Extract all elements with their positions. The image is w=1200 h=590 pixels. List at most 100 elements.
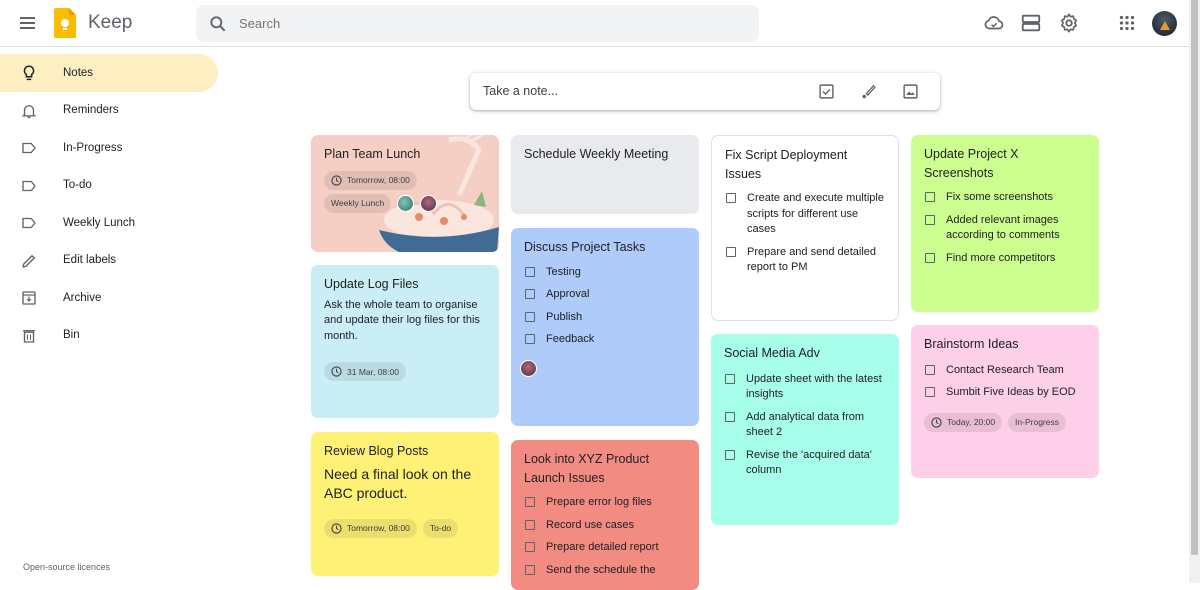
checklist-item-text: Add analytical data from sheet 2: [746, 410, 865, 439]
checkbox[interactable]: [525, 334, 535, 344]
page-scrollbar[interactable]: [1189, 0, 1200, 583]
take-note-input[interactable]: Take a note...: [483, 84, 558, 98]
checklist-item-text: Feedback: [546, 333, 595, 345]
menu-icon: [20, 17, 35, 19]
note-title: Update Project X Screenshots: [924, 147, 1019, 180]
checklist-item-text: Added relevant images according to comme…: [946, 213, 1060, 242]
collaborator-avatar[interactable]: [397, 194, 415, 212]
checklist-item-text: Record use cases: [546, 518, 635, 531]
checkbox[interactable]: [726, 246, 736, 257]
checklist-item: Record use cases: [524, 518, 686, 534]
main-menu-button[interactable]: [17, 12, 39, 34]
sidebar-item-to-do[interactable]: To-do: [0, 167, 218, 205]
bell-icon: [21, 104, 37, 118]
checkbox[interactable]: [725, 373, 735, 384]
reminder-chip[interactable]: Tomorrow, 08:00: [324, 170, 417, 190]
note-schedule-weekly-meeting[interactable]: Schedule Weekly Meeting: [511, 135, 699, 214]
checkbox[interactable]: [525, 311, 535, 322]
search-icon[interactable]: [208, 14, 228, 34]
note-plan-team-lunch[interactable]: Plan Team Lunch Tomorrow, 08:00 Weekly L…: [311, 135, 499, 252]
keep-logo[interactable]: [54, 8, 76, 38]
checkbox[interactable]: [925, 364, 935, 375]
note-update-project-x-screenshots[interactable]: Update Project X Screenshots Fix some sc…: [911, 135, 1099, 312]
sidebar-item-notes[interactable]: Notes: [0, 54, 218, 92]
menu-icon-line: [20, 27, 35, 29]
checklist-item-text: Send the schedule the: [546, 563, 656, 576]
new-list-icon[interactable]: [818, 83, 835, 100]
checkbox[interactable]: [525, 289, 535, 299]
note-look-into-xyz-product-launch-issues[interactable]: Look into XYZ Product Launch Issues Prep…: [511, 440, 699, 590]
label-chip[interactable]: To-do: [422, 518, 459, 538]
checklist-item: Added relevant images according to comme…: [924, 213, 1086, 244]
note-discuss-project-tasks[interactable]: Discuss Project Tasks Testing Approval P…: [511, 228, 699, 426]
sidebar-item-bin[interactable]: Bin: [0, 317, 218, 355]
reminder-chip[interactable]: Tomorrow, 08:00: [324, 518, 417, 538]
note-social-media-adv[interactable]: Social Media Adv Update sheet with the l…: [711, 334, 899, 525]
sidebar-item-weekly-lunch[interactable]: Weekly Lunch: [0, 204, 218, 242]
label-chip[interactable]: Weekly Lunch: [324, 193, 392, 213]
checkbox[interactable]: [925, 192, 935, 202]
sidebar-item-archive[interactable]: Archive: [0, 279, 218, 317]
label-icon: [22, 217, 36, 229]
checklist-item: Feedback: [524, 332, 686, 348]
checklist-item-text: Prepare error log files: [546, 496, 652, 508]
account-avatar[interactable]: [1152, 11, 1177, 36]
checkbox[interactable]: [525, 542, 535, 552]
checklist-item-text: Prepare detailed report: [546, 541, 659, 553]
search-input[interactable]: [239, 13, 739, 33]
label-chip[interactable]: In-Progress: [1008, 412, 1066, 432]
note-review-blog-posts[interactable]: Review Blog Posts Need a final look on t…: [311, 432, 499, 576]
checkbox[interactable]: [525, 519, 535, 530]
pencil-icon: [22, 254, 35, 268]
list-view-icon[interactable]: [1020, 12, 1042, 34]
checkbox[interactable]: [525, 564, 535, 575]
collaborator-avatar[interactable]: [420, 194, 438, 212]
cloud-sync-icon[interactable]: [983, 12, 1005, 34]
checklist-item: Add analytical data from sheet 2: [724, 410, 886, 441]
checkbox[interactable]: [925, 214, 935, 225]
note-update-log-files[interactable]: Update Log Files Ask the whole team to o…: [311, 265, 499, 418]
sidebar-item-label: Reminders: [63, 104, 119, 117]
sidebar-item-reminders[interactable]: Reminders: [0, 92, 218, 130]
sidebar-item-label: In-Progress: [63, 141, 123, 154]
take-note-bar[interactable]: Take a note...: [470, 73, 940, 110]
apps-grid-icon[interactable]: [1116, 12, 1138, 34]
checklist-item: Sumbit Five Ideas by EOD: [924, 385, 1086, 401]
checklist-item: Fix some screenshots: [924, 190, 1086, 206]
checkbox[interactable]: [726, 193, 736, 203]
label-icon: [22, 142, 36, 154]
checklist-item: Find more competitors: [924, 251, 1086, 267]
note-fix-script-deployment-issues[interactable]: Fix Script Deployment Issues Create and …: [711, 135, 899, 321]
checkbox[interactable]: [725, 411, 735, 422]
note-brainstorm-ideas[interactable]: Brainstorm Ideas Contact Research Team S…: [911, 325, 1099, 478]
note-title: Fix Script Deployment Issues: [725, 148, 848, 181]
reminder-chip[interactable]: 31 Mar, 08:00: [324, 362, 406, 381]
checklist-item-text: Publish: [546, 310, 583, 323]
reminder-chip[interactable]: Today, 20:00: [924, 412, 1003, 432]
new-image-icon[interactable]: [902, 83, 919, 100]
open-source-licences-link[interactable]: Open-source licences: [23, 562, 110, 572]
scrollbar-thumb[interactable]: [1191, 0, 1198, 555]
checklist-item-text: Create and execute multiple scripts for …: [747, 192, 884, 235]
checkbox[interactable]: [925, 252, 935, 263]
settings-icon[interactable]: [1058, 12, 1080, 34]
sidebar-item-in-progress[interactable]: In-Progress: [0, 129, 218, 167]
checkbox[interactable]: [925, 387, 935, 397]
menu-icon-line: [20, 22, 35, 24]
collaborator-avatar[interactable]: [520, 359, 537, 377]
checklist-item-text: Fix some screenshots: [946, 191, 1053, 203]
new-drawing-icon[interactable]: [860, 83, 877, 100]
sidebar-item-label: Bin: [63, 329, 80, 342]
reminder-text: 31 Mar, 08:00: [347, 366, 399, 377]
checkbox[interactable]: [525, 497, 535, 507]
checklist-item: Revise the 'acquired data' column: [724, 448, 886, 479]
note-title: Update Log Files: [324, 277, 419, 291]
checkbox[interactable]: [725, 449, 735, 460]
checklist-item: Publish: [524, 310, 686, 326]
checkbox[interactable]: [525, 266, 535, 277]
checklist-item-text: Contact Research Team: [946, 363, 1064, 376]
sidebar-item-label: Notes: [63, 66, 94, 79]
sidebar-item-edit-labels[interactable]: Edit labels: [0, 242, 218, 280]
checklist-item-text: Sumbit Five Ideas by EOD: [946, 386, 1076, 398]
checklist-item: Update sheet with the latest insights: [724, 372, 886, 403]
